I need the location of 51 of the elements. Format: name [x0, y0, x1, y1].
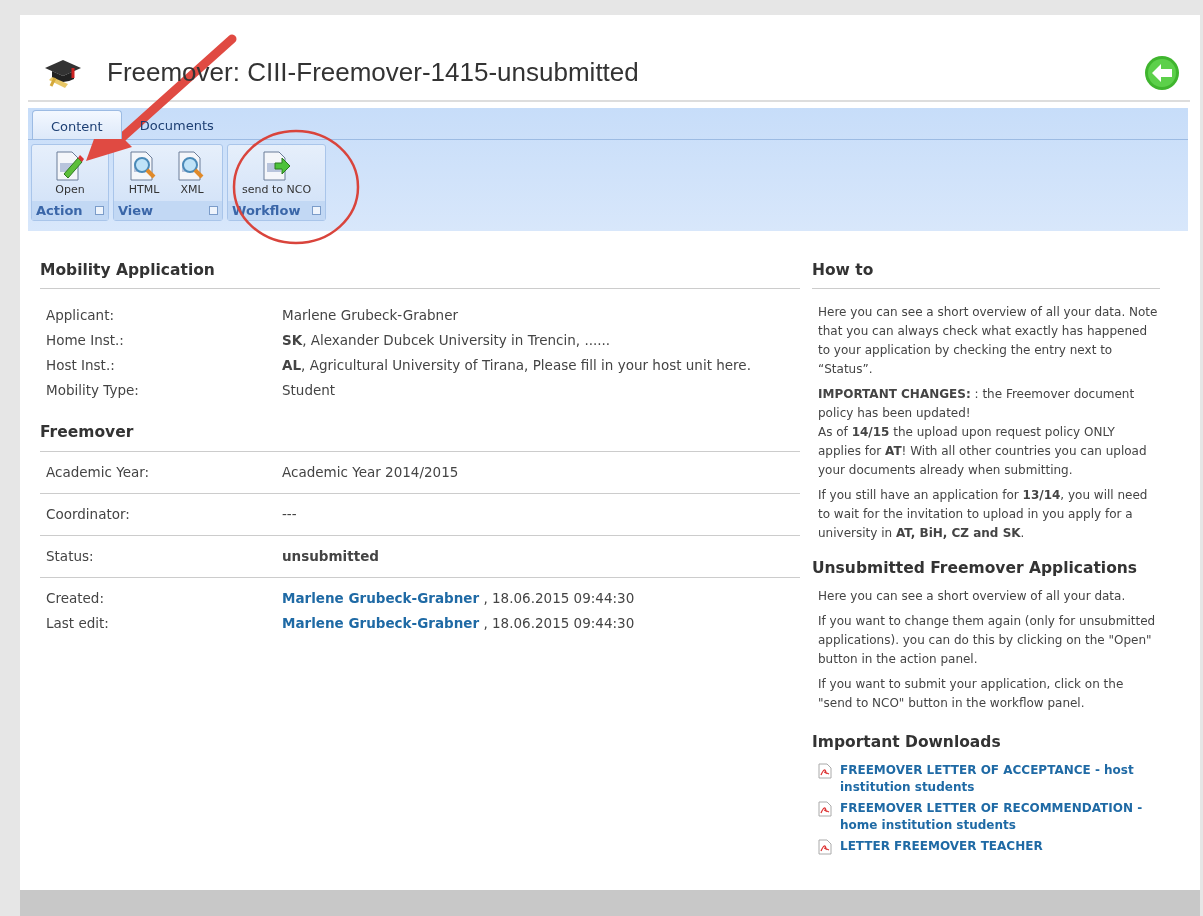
user-link[interactable]: Marlene Grubeck-Grabner — [282, 614, 480, 631]
section-heading: Mobility Application — [40, 259, 800, 290]
field-label: Created: — [46, 588, 105, 608]
help-paragraph: Here you can see a short overview of all your data. Note that you can always check what exactly has happened to your application by checking the entry next to “Status”. — [817, 304, 1159, 379]
field-label: Status: — [46, 546, 95, 566]
help-paragraph: Here you can see a short overview of all your data. — [817, 587, 1127, 605]
pdf-file-icon — [818, 762, 832, 779]
field-value: , 18.06.2015 09:44:30 — [482, 614, 635, 631]
section-heading: Important Downloads — [812, 731, 1002, 753]
download-link[interactable]: FREEMOVER LETTER OF RECOMMENDATION - home institution students — [840, 799, 1160, 834]
section-heading: Unsubmitted Freemover Applications — [812, 558, 1139, 580]
help-paragraph: IMPORTANT CHANGES: : the Freemover document policy has been updated! — [817, 386, 1136, 423]
pdf-file-icon — [818, 800, 832, 817]
dialog-launcher-icon[interactable] — [312, 205, 322, 215]
field-label: Host Inst.: — [46, 356, 116, 376]
pencil-document-icon — [54, 150, 86, 182]
pdf-file-icon — [818, 838, 832, 855]
group-label: Action — [36, 201, 83, 220]
field-label: Mobility Type: — [46, 381, 140, 401]
field-value: unsubmitted — [282, 546, 379, 566]
field-label: Last edit: — [46, 613, 110, 633]
field-value: AL, Agricultural University of Tirana, Please fill in your host unit here. — [282, 356, 751, 376]
field-label: Academic Year: — [46, 462, 151, 482]
help-paragraph: If you want to submit your application, click on the "send to NCO" button in the workflow panel. — [817, 675, 1125, 712]
section-heading: How to — [812, 259, 1160, 290]
download-link[interactable]: LETTER FREEMOVER TEACHER — [840, 837, 1043, 855]
field-value: SK, Alexander Dubcek University in Trencin, ...... — [282, 331, 611, 351]
help-paragraph: As of 14/15 the upload upon request policy ONLY applies for AT! With all other countries you can upload your documents already when submitting. — [817, 424, 1148, 480]
arrow-document-icon — [260, 150, 293, 182]
dialog-launcher-icon[interactable] — [209, 205, 218, 215]
user-link[interactable]: Marlene Grubeck-Grabner — [282, 589, 480, 606]
ribbon-button[interactable]: HTML — [122, 148, 166, 201]
section-heading: Freemover — [40, 421, 800, 452]
group-label: View — [118, 201, 154, 220]
field-value: , 18.06.2015 09:44:30 — [482, 589, 635, 606]
ribbon-button[interactable]: Open — [48, 148, 92, 201]
field-label: Applicant: — [46, 306, 115, 326]
field-label: Home Inst.: — [46, 331, 125, 351]
ribbon-tab[interactable]: Documents — [121, 110, 232, 139]
field-label: Coordinator: — [46, 504, 131, 524]
field-value: Marlene Grubeck-Grabner — [282, 306, 458, 326]
field-value: Student — [282, 381, 336, 401]
ribbon-button[interactable]: XML — [170, 148, 214, 201]
download-link[interactable]: FREEMOVER LETTER OF ACCEPTANCE - host institution students — [840, 761, 1160, 796]
ribbon-button[interactable]: send to NCO — [236, 148, 318, 201]
help-paragraph: If you want to change them again (only for unsubmitted applications). you can do this by clicking on the "Open" button in the action panel. — [817, 612, 1157, 668]
field-value: Academic Year 2014/2015 — [282, 462, 459, 482]
dialog-launcher-icon[interactable] — [95, 205, 104, 215]
help-paragraph: If you still have an application for 13/14, you will need to wait for the invitation to upload in you apply for a university in AT, BiH, CZ and SK. — [817, 487, 1149, 543]
ribbon-tab[interactable]: Content — [32, 110, 122, 139]
field-value: --- — [282, 504, 297, 524]
